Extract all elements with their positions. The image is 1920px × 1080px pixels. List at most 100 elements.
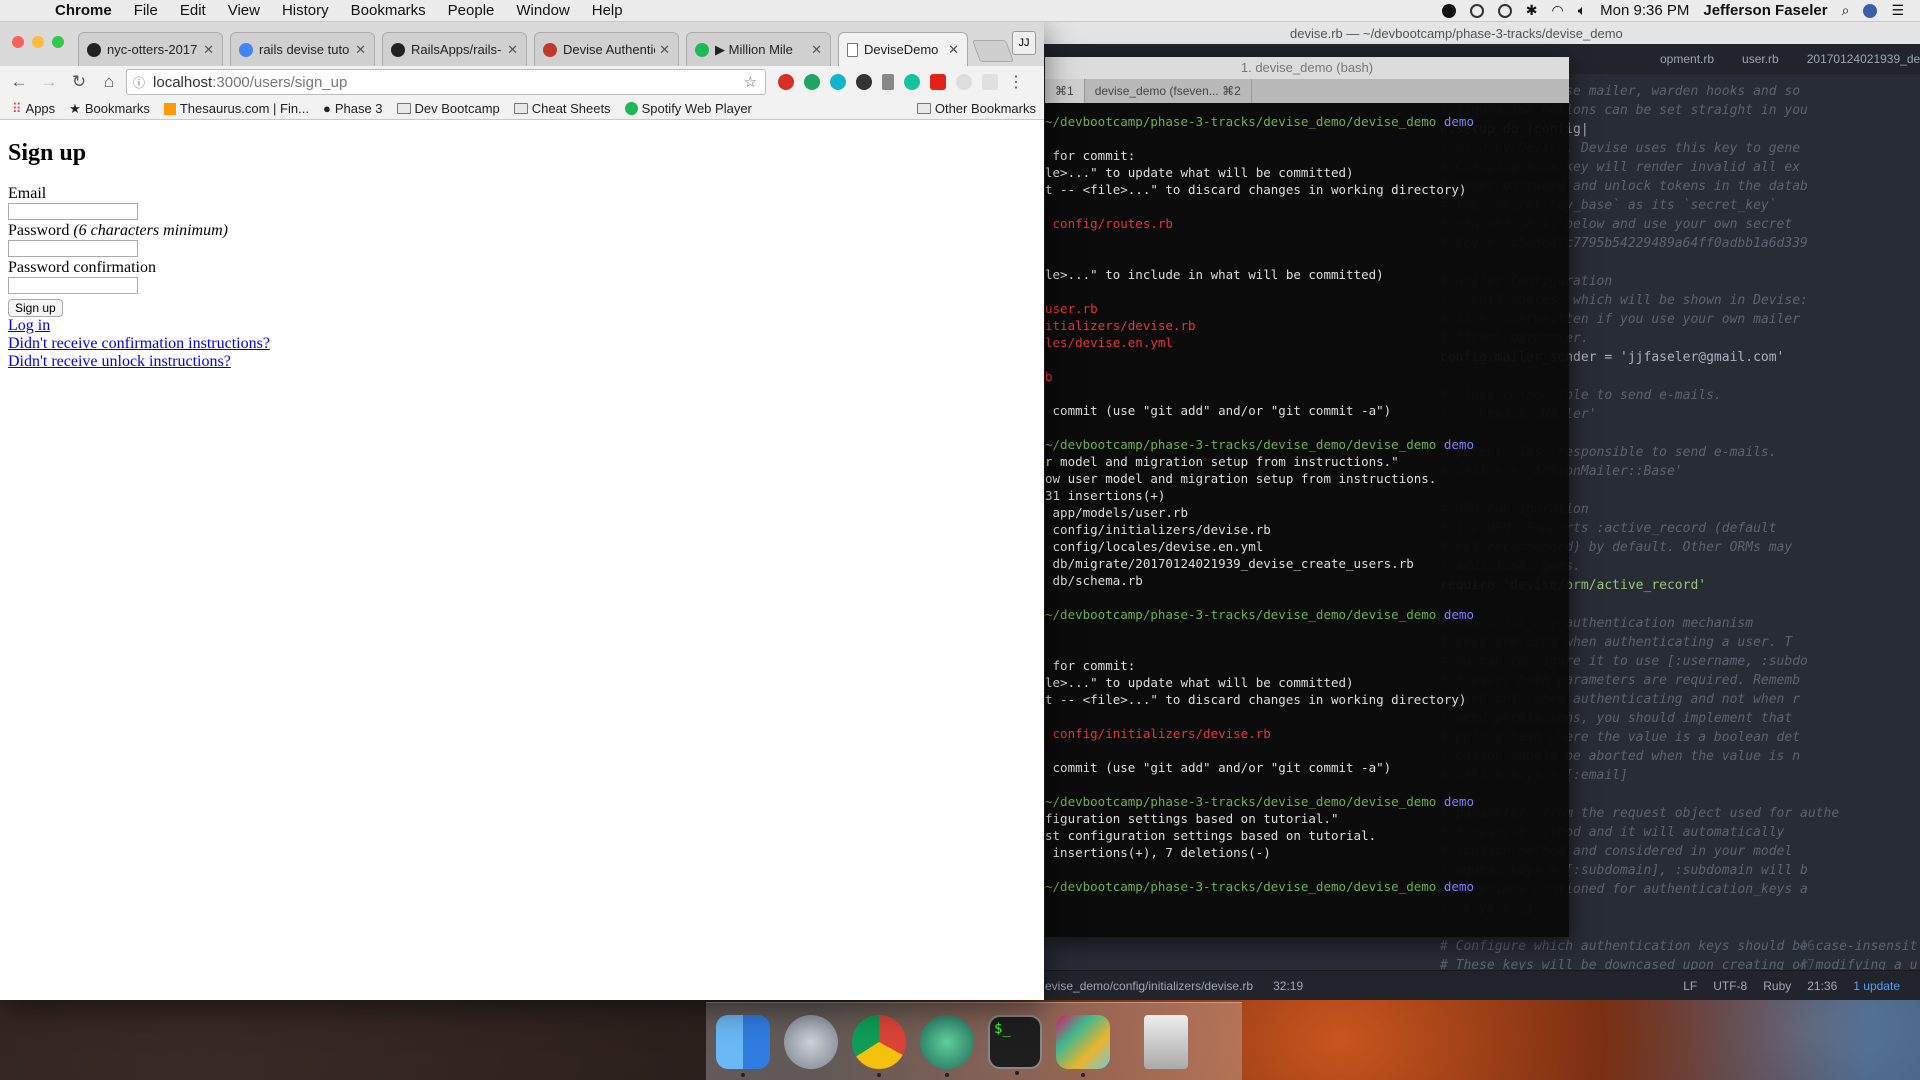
password-hint: (6 characters minimum) bbox=[73, 222, 228, 239]
editor-tab[interactable]: 20170124021939_devise_create_users bbox=[1807, 52, 1920, 66]
bookmark-thesaurus[interactable]: Thesaurus.com | Fin... bbox=[163, 101, 309, 116]
terminal-line: st configuration settings based on tutor… bbox=[1045, 827, 1569, 844]
eyedropper-icon[interactable] bbox=[882, 74, 894, 90]
wifi-icon[interactable]: ◠ bbox=[1552, 2, 1564, 19]
extension-grid-icon[interactable] bbox=[982, 74, 998, 90]
momentum-icon[interactable] bbox=[830, 74, 846, 90]
browser-tab[interactable]: ▶ Million Mile ✕ bbox=[686, 32, 831, 66]
bluetooth-icon[interactable]: ✱ bbox=[1526, 2, 1538, 19]
tab-close-icon[interactable]: ✕ bbox=[659, 42, 670, 58]
terminal-icon[interactable]: $_ bbox=[988, 1014, 1042, 1075]
browser-tab[interactable]: nyc-otters-2017 ✕ bbox=[78, 32, 223, 66]
extension-grey-icon[interactable] bbox=[956, 74, 972, 90]
adblock-icon[interactable] bbox=[778, 74, 794, 90]
menu-app-name[interactable]: Chrome bbox=[44, 2, 123, 19]
atom-icon[interactable] bbox=[920, 1014, 974, 1077]
home-button[interactable]: ⌂ bbox=[96, 72, 122, 92]
terminal-tab-2[interactable]: devise_demo (fseven... ⌘2 bbox=[1085, 79, 1252, 103]
bookmark-bookmarks[interactable]: ★ Bookmarks bbox=[69, 101, 150, 117]
menu-people[interactable]: People bbox=[437, 2, 506, 19]
terminal-line-text: le>..." to include in what will be commi… bbox=[1045, 267, 1384, 282]
bookmark-phase-3[interactable]: ● Phase 3 bbox=[323, 101, 383, 116]
clock[interactable]: Mon 9:36 PM bbox=[1600, 2, 1689, 19]
launchpad-icon[interactable] bbox=[784, 1014, 838, 1069]
terminal-tab-1[interactable]: ⌘1 bbox=[1045, 79, 1085, 103]
volume-icon[interactable]: 🔈︎ bbox=[1578, 2, 1586, 19]
tab-close-icon[interactable]: ✕ bbox=[507, 42, 518, 58]
status-cursor-position[interactable]: 32:19 bbox=[1273, 979, 1303, 993]
status-file-path[interactable]: evise_demo/config/initializers/devise.rb bbox=[1045, 979, 1253, 993]
bookmark-cheat-sheets[interactable]: Cheat Sheets bbox=[513, 101, 611, 116]
close-window-button[interactable] bbox=[12, 36, 24, 48]
tab-close-icon[interactable]: ✕ bbox=[355, 42, 366, 58]
youtube-icon[interactable] bbox=[930, 74, 946, 90]
new-tab-button[interactable] bbox=[971, 40, 1015, 62]
menu-bar: Chrome File Edit View History Bookmarks … bbox=[0, 0, 1920, 22]
user-name[interactable]: Jefferson Faseler bbox=[1703, 2, 1827, 19]
status-encoding[interactable]: UTF-8 bbox=[1713, 979, 1747, 993]
record-icon[interactable] bbox=[1441, 3, 1456, 18]
chrome-icon[interactable] bbox=[852, 1014, 906, 1077]
browser-tab[interactable]: rails devise tuto ✕ bbox=[230, 32, 375, 66]
bookmark-dev-bootcamp[interactable]: Dev Bootcamp bbox=[396, 101, 500, 116]
menu-bookmarks[interactable]: Bookmarks bbox=[340, 2, 437, 19]
menu-edit[interactable]: Edit bbox=[169, 2, 217, 19]
password-confirmation-field[interactable] bbox=[8, 277, 138, 294]
confirmation-instructions-link[interactable]: Didn't receive confirmation instructions… bbox=[8, 335, 1036, 353]
menu-window[interactable]: Window bbox=[505, 2, 580, 19]
menu-file[interactable]: File bbox=[123, 2, 169, 19]
bookmark-apps[interactable]: ⠿ Apps bbox=[12, 101, 55, 117]
menu-kebab-icon[interactable]: ⋮ bbox=[1008, 72, 1024, 92]
tab-title: ▶ Million Mile bbox=[715, 41, 793, 57]
siri-icon[interactable] bbox=[1863, 3, 1878, 18]
spotify-icon bbox=[695, 42, 709, 57]
grammarly-icon[interactable] bbox=[904, 74, 920, 90]
tab-close-icon[interactable]: ✕ bbox=[203, 42, 214, 58]
notification-center-icon[interactable]: ☰ bbox=[1891, 2, 1904, 19]
minimize-window-button[interactable] bbox=[32, 36, 44, 48]
menu-view[interactable]: View bbox=[217, 2, 271, 19]
sync-icon[interactable] bbox=[1469, 3, 1484, 18]
email-field[interactable] bbox=[8, 203, 138, 220]
terminal-line: t -- <file>..." to discard changes in wo… bbox=[1045, 691, 1569, 708]
status-update[interactable]: 1 update bbox=[1853, 979, 1900, 993]
terminal-line-text: les/devise.en.yml bbox=[1045, 335, 1173, 350]
status-line-ending[interactable]: LF bbox=[1683, 979, 1697, 993]
terminal-window[interactable]: 1. devise_demo (bash) ⌘1 devise_demo (fs… bbox=[1045, 57, 1569, 937]
extension-dark-icon[interactable] bbox=[856, 74, 872, 90]
slack-icon[interactable] bbox=[1056, 1014, 1110, 1077]
spotlight-icon[interactable]: ⌕ bbox=[1842, 2, 1850, 19]
bookmarks-bar: ⠿ Apps ★ Bookmarks Thesaurus.com | Fin... … bbox=[0, 98, 1044, 120]
time-machine-icon[interactable] bbox=[1497, 3, 1512, 18]
unlock-instructions-link[interactable]: Didn't receive unlock instructions? bbox=[8, 353, 1036, 371]
reload-button[interactable]: ↻ bbox=[66, 72, 92, 92]
profile-button[interactable]: JJ bbox=[1012, 31, 1036, 55]
tab-close-icon[interactable]: ✕ bbox=[811, 42, 822, 58]
menu-help[interactable]: Help bbox=[581, 2, 634, 19]
forward-button[interactable]: → bbox=[36, 72, 62, 92]
email-label: Email bbox=[8, 185, 47, 202]
status-grammar[interactable]: Ruby bbox=[1763, 979, 1791, 993]
zoom-window-button[interactable] bbox=[52, 36, 64, 48]
info-icon[interactable]: ⓘ bbox=[133, 74, 145, 91]
bookmark-other[interactable]: Other Bookmarks bbox=[916, 101, 1044, 116]
menu-history[interactable]: History bbox=[271, 2, 340, 19]
bookmark-star-icon[interactable]: ☆ bbox=[744, 73, 757, 91]
evernote-icon[interactable] bbox=[804, 74, 820, 90]
browser-tab[interactable]: RailsApps/rails- ✕ bbox=[382, 32, 527, 66]
browser-tab[interactable]: Devise Authentic ✕ bbox=[534, 32, 679, 66]
log-in-link[interactable]: Log in bbox=[8, 317, 1036, 335]
editor-tab[interactable]: opment.rb bbox=[1660, 52, 1714, 66]
bookmark-spotify[interactable]: Spotify Web Player bbox=[624, 101, 752, 116]
address-bar[interactable]: ⓘ localhost:3000/users/sign_up ☆ bbox=[126, 69, 766, 95]
browser-tab[interactable]: DeviseDemo ✕ bbox=[838, 32, 968, 66]
password-field[interactable] bbox=[8, 240, 138, 257]
tab-close-icon[interactable]: ✕ bbox=[948, 42, 959, 58]
back-button[interactable]: ← bbox=[6, 72, 32, 92]
sign-up-button[interactable]: Sign up bbox=[8, 299, 63, 317]
editor-tab[interactable]: user.rb bbox=[1742, 52, 1779, 66]
finder-icon[interactable] bbox=[716, 1014, 770, 1077]
trash-icon[interactable] bbox=[1144, 1014, 1188, 1069]
